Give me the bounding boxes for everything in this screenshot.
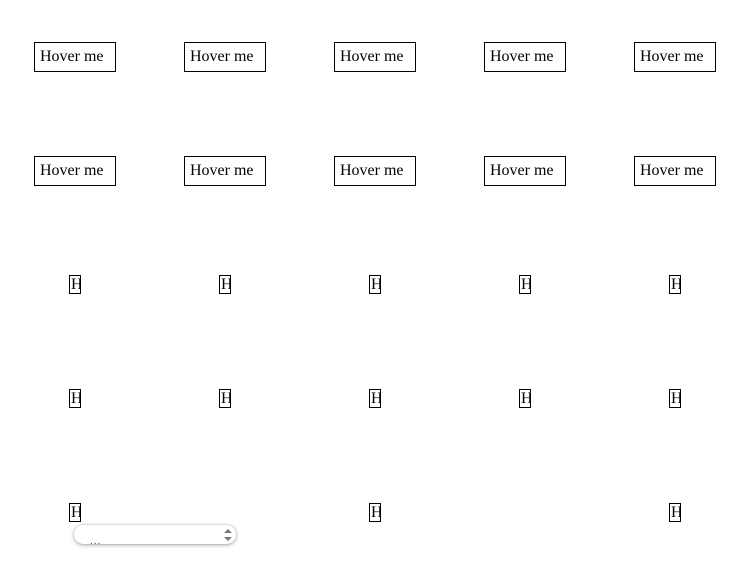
hover-target[interactable]: Hover me [334, 42, 416, 72]
hover-target[interactable]: Hover me [184, 42, 266, 72]
hover-target[interactable]: H [219, 275, 231, 294]
hover-target[interactable]: H [69, 503, 81, 522]
hover-target[interactable]: H [369, 275, 381, 294]
hover-target[interactable]: H [669, 389, 681, 408]
hover-target[interactable]: Hover me [484, 156, 566, 186]
hover-target[interactable]: H [219, 389, 231, 408]
hover-target[interactable]: H [369, 503, 381, 522]
hover-target[interactable]: H [519, 389, 531, 408]
hover-target[interactable]: Hover me [34, 156, 116, 186]
hover-target[interactable]: H [519, 275, 531, 294]
hover-target[interactable]: H [669, 275, 681, 294]
hover-test-page: Hover me Hover me Hover me Hover me Hove… [0, 0, 750, 570]
hover-target[interactable]: H [69, 275, 81, 294]
hover-target[interactable]: Hover me [34, 42, 116, 72]
hover-target[interactable]: Hover me [634, 156, 716, 186]
hover-target[interactable]: Hover me [484, 42, 566, 72]
hover-target[interactable]: Hover me [634, 42, 716, 72]
spinner-icon [223, 528, 233, 542]
hover-target[interactable]: H [669, 503, 681, 522]
hover-target[interactable]: H [369, 389, 381, 408]
tooltip-popup: ... [74, 525, 236, 544]
tooltip-text: ... [90, 536, 102, 545]
hover-target[interactable]: Hover me [334, 156, 416, 186]
hover-target[interactable]: H [69, 389, 81, 408]
hover-target[interactable]: Hover me [184, 156, 266, 186]
